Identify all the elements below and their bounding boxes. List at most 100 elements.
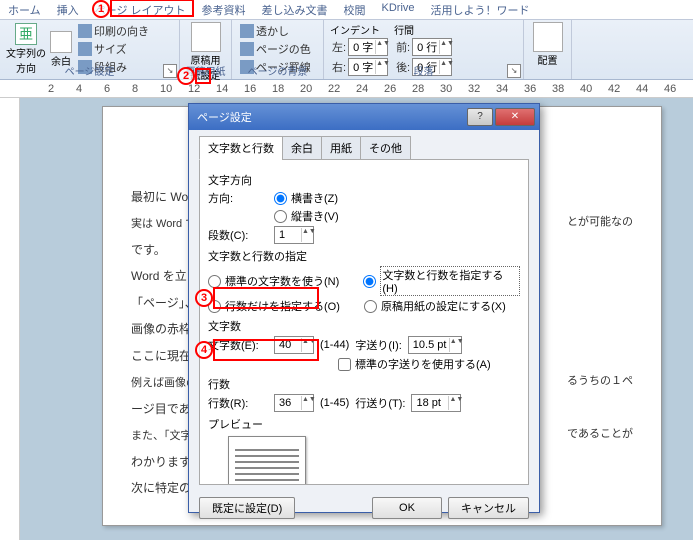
columns-label: 段数(C): <box>208 227 268 243</box>
ruler-tick: 4 <box>76 83 82 95</box>
chars-input[interactable] <box>277 338 301 352</box>
dialog-tabs: 文字数と行数 余白 用紙 その他 <box>199 136 529 160</box>
indent-left[interactable]: 左:▲▼ <box>330 37 390 57</box>
radio-both[interactable]: 文字数と行数を指定する(H) <box>363 266 520 296</box>
tab-chars-lines[interactable]: 文字数と行数 <box>199 136 283 160</box>
group-label-page-background: ページの背景 <box>232 63 323 78</box>
ruler-tick: 42 <box>608 83 620 95</box>
char-pitch-input[interactable] <box>411 338 449 352</box>
ruler-tick: 12 <box>188 83 200 95</box>
tab-paper[interactable]: 用紙 <box>321 136 361 160</box>
section-lines: 行数 <box>208 376 520 392</box>
ruler-tick: 2 <box>48 83 54 95</box>
watermark-icon <box>240 24 254 38</box>
chk-std-pitch[interactable]: 標準の字送りを使用する(A) <box>338 356 491 372</box>
tab-useful[interactable]: 活用しよう！ワード <box>423 0 538 19</box>
ruler-tick: 20 <box>300 83 312 95</box>
radio-standard[interactable]: 標準の文字数を使う(N) <box>208 273 357 289</box>
ribbon-group-arrange: 配置 <box>524 20 572 79</box>
char-pitch-label: 字送り(I): <box>355 337 401 353</box>
direction-label: 方向: <box>208 190 268 206</box>
radio-vertical[interactable]: 縦書き(V) <box>274 208 339 224</box>
ruler-tick: 8 <box>132 83 138 95</box>
indent-header: インデント <box>330 22 390 37</box>
manuscript-icon[interactable] <box>191 22 221 52</box>
arrange-label[interactable]: 配置 <box>538 52 558 67</box>
chars-spinner[interactable]: ▲▼ <box>274 336 314 354</box>
lines-spinner[interactable]: ▲▼ <box>274 394 314 412</box>
horizontal-ruler[interactable]: 2468101214161820222426283032343638404244… <box>0 80 693 98</box>
chars-label: 文字数(E): <box>208 337 268 353</box>
ruler-tick: 46 <box>664 83 676 95</box>
section-chars: 文字数 <box>208 318 520 334</box>
line-pitch-input[interactable] <box>414 396 448 410</box>
columns-spinner[interactable]: ▲▼ <box>274 226 314 244</box>
section-preview: プレビュー <box>208 416 520 432</box>
dialog-close-button[interactable]: ✕ <box>495 108 535 126</box>
chars-range: (1-44) <box>320 339 349 351</box>
annotation-1: 1 <box>92 0 110 18</box>
preview-box <box>228 436 306 485</box>
page-setup-dialog: ページ設定 ? ✕ 文字数と行数 余白 用紙 その他 文字方向 方向: 横書き(… <box>188 103 540 513</box>
section-spec: 文字数と行数の指定 <box>208 248 520 264</box>
ruler-tick: 6 <box>104 83 110 95</box>
ruler-tick: 30 <box>440 83 452 95</box>
radio-lines-only[interactable]: 行数だけを指定する(O) <box>208 298 358 314</box>
line-pitch-label: 行送り(T): <box>355 395 405 411</box>
lines-range: (1-45) <box>320 397 349 409</box>
line-pitch-spinner[interactable]: ▲▼ <box>411 394 461 412</box>
page-color-button[interactable]: ページの色 <box>238 40 317 58</box>
ruler-tick: 34 <box>496 83 508 95</box>
ruler-tick: 10 <box>160 83 172 95</box>
ruler-tick: 38 <box>552 83 564 95</box>
tab-other[interactable]: その他 <box>360 136 411 160</box>
ok-button[interactable]: OK <box>372 497 442 519</box>
ribbon-group-page-setup: 亜 文字列の方向 余白 印刷の向き サイズ 段組み ページ設定 ↘ <box>0 20 180 79</box>
tab-insert[interactable]: 挿入 <box>49 0 87 19</box>
ruler-tick: 36 <box>524 83 536 95</box>
ribbon-group-page-background: 透かし ページの色 ページ罫線 ページの背景 <box>232 20 324 79</box>
spacing-before[interactable]: 前:▲▼ <box>394 37 454 57</box>
tab-mailings[interactable]: 差し込み文書 <box>254 0 336 19</box>
annotation-2: 2 <box>177 67 195 85</box>
lines-label: 行数(R): <box>208 395 268 411</box>
margins-icon[interactable] <box>50 31 72 53</box>
spacing-header: 行間 <box>394 22 454 37</box>
radio-horizontal[interactable]: 横書き(Z) <box>274 190 338 206</box>
paragraph-dialog-launcher[interactable]: ↘ <box>507 64 521 78</box>
annotation-3: 3 <box>195 289 213 307</box>
lines-input[interactable] <box>277 396 301 410</box>
arrange-icon[interactable] <box>533 22 563 52</box>
tab-panel: 文字方向 方向: 横書き(Z) 縦書き(V) 段数(C): ▲▼ 文字数と行数の… <box>199 159 529 485</box>
orientation-icon <box>78 24 92 38</box>
cancel-button[interactable]: キャンセル <box>448 497 529 519</box>
size-button[interactable]: サイズ <box>76 40 151 58</box>
tab-margins[interactable]: 余白 <box>282 136 322 160</box>
ruler-tick: 22 <box>328 83 340 95</box>
group-label-paragraph: 段落 <box>324 63 523 78</box>
char-pitch-spinner[interactable]: ▲▼ <box>408 336 462 354</box>
dialog-titlebar[interactable]: ページ設定 ? ✕ <box>189 104 539 130</box>
dialog-title: ページ設定 <box>193 109 465 125</box>
ruler-tick: 16 <box>244 83 256 95</box>
tab-review[interactable]: 校閲 <box>336 0 374 19</box>
dialog-help-button[interactable]: ? <box>467 108 493 126</box>
vertical-ruler[interactable] <box>0 98 20 540</box>
watermark-button[interactable]: 透かし <box>238 22 317 40</box>
page-setup-dialog-launcher[interactable]: ↘ <box>163 64 177 78</box>
indent-left-input[interactable] <box>351 40 375 54</box>
tab-references[interactable]: 参考資料 <box>194 0 254 19</box>
ruler-tick: 24 <box>356 83 368 95</box>
ruler-tick: 32 <box>468 83 480 95</box>
spacing-before-input[interactable] <box>415 40 439 54</box>
themes-icon[interactable]: 亜 <box>15 23 37 45</box>
ruler-tick: 44 <box>636 83 648 95</box>
tab-kdrive[interactable]: KDrive <box>374 0 423 19</box>
radio-grid[interactable]: 原稿用紙の設定にする(X) <box>364 298 506 314</box>
default-button[interactable]: 既定に設定(D) <box>199 497 295 519</box>
orientation-button[interactable]: 印刷の向き <box>76 22 151 40</box>
columns-input[interactable] <box>277 228 301 242</box>
ruler-tick: 14 <box>216 83 228 95</box>
tab-home[interactable]: ホーム <box>0 0 49 19</box>
section-direction: 文字方向 <box>208 172 520 188</box>
